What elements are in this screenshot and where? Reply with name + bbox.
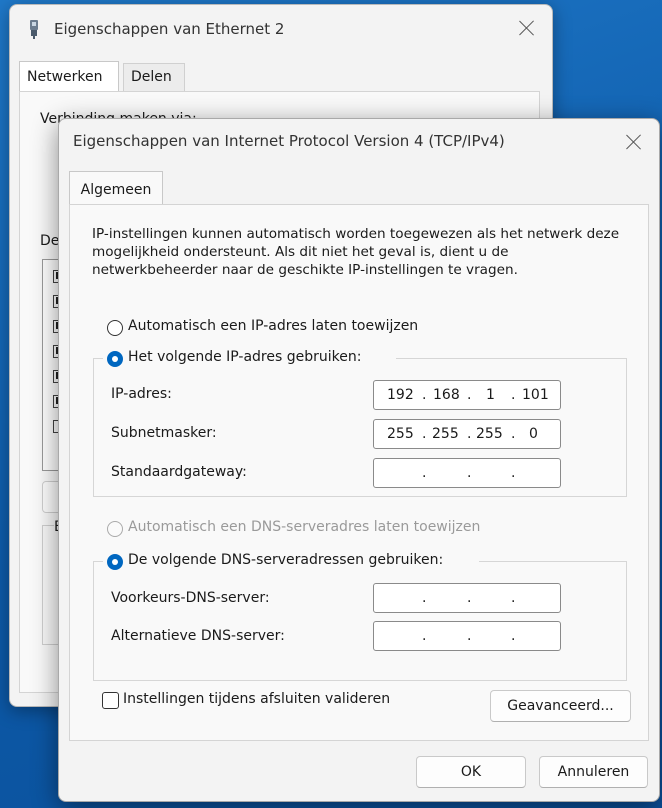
ip-octet-4: 101 (522, 387, 549, 403)
ip-address-input[interactable]: 192 . 168 . 1 . 101 (373, 380, 561, 410)
validate-label: Instellingen tijdens afsluiten valideren (123, 691, 391, 707)
preferred-dns-input[interactable]: . . . (373, 583, 561, 613)
validate-checkbox[interactable] (102, 692, 119, 709)
dot: . (511, 628, 516, 644)
dialog-title: Eigenschappen van Internet Protocol Vers… (73, 132, 505, 150)
dot: . (467, 465, 472, 481)
dot: . (511, 590, 516, 606)
ip-manual-label: Het volgende IP-adres gebruiken: (128, 349, 362, 365)
dot: . (422, 465, 427, 481)
subnet-octet-2: 255 (432, 426, 459, 442)
window-title: Eigenschappen van Ethernet 2 (54, 20, 285, 38)
dot: . (467, 426, 472, 442)
subnet-label: Subnetmasker: (111, 425, 217, 441)
ip-octet-3: 1 (486, 387, 495, 403)
gateway-label: Standaardgateway: (111, 464, 247, 480)
gateway-input[interactable]: . . . (373, 458, 561, 488)
ok-button[interactable]: OK (416, 756, 526, 788)
ip-octet-1: 192 (387, 387, 414, 403)
dot: . (467, 628, 472, 644)
alternate-dns-input[interactable]: . . . (373, 621, 561, 651)
dns-manual-radio[interactable] (107, 554, 123, 570)
dot: . (511, 387, 516, 403)
ipv4-properties-dialog: Eigenschappen van Internet Protocol Vers… (58, 118, 660, 802)
ip-address-label: IP-adres: (111, 386, 172, 402)
dot: . (422, 387, 427, 403)
dot: . (467, 387, 472, 403)
advanced-button[interactable]: Geavanceerd... (490, 690, 631, 722)
close-icon[interactable] (518, 19, 536, 37)
cancel-button[interactable]: Annuleren (539, 756, 648, 788)
alternate-dns-label: Alternatieve DNS-server: (111, 628, 285, 644)
ip-manual-radio[interactable] (107, 351, 123, 367)
tab-netwerken[interactable]: Netwerken (19, 61, 119, 91)
dot: . (511, 426, 516, 442)
preferred-dns-label: Voorkeurs-DNS-server: (111, 590, 270, 606)
ip-auto-label: Automatisch een IP-adres laten toewijzen (128, 318, 419, 334)
subnet-octet-4: 0 (529, 426, 538, 442)
general-panel: IP-instellingen kunnen automatisch worde… (69, 204, 649, 741)
subnet-octet-1: 255 (387, 426, 414, 442)
components-label: De (40, 233, 60, 249)
subnet-octet-3: 255 (476, 426, 503, 442)
close-icon[interactable] (625, 133, 643, 151)
ip-octet-2: 168 (433, 387, 460, 403)
dot: . (422, 590, 427, 606)
tab-delen[interactable]: Delen (123, 63, 185, 92)
dns-auto-label: Automatisch een DNS-serveradres laten to… (128, 519, 481, 535)
description-text: IP-instellingen kunnen automatisch worde… (92, 226, 620, 278)
network-adapter-icon (30, 20, 38, 39)
subnet-input[interactable]: 255 . 255 . 255 . 0 (373, 419, 561, 449)
dot: . (422, 628, 427, 644)
title-bar[interactable]: Eigenschappen van Ethernet 2 (10, 5, 552, 51)
dot: . (511, 465, 516, 481)
tab-algemeen[interactable]: Algemeen (69, 171, 163, 205)
dns-auto-radio[interactable] (107, 521, 123, 537)
dot: . (422, 426, 427, 442)
dns-manual-label: De volgende DNS-serveradressen gebruiken… (128, 552, 444, 568)
ip-auto-radio[interactable] (107, 320, 123, 336)
dot: . (467, 590, 472, 606)
